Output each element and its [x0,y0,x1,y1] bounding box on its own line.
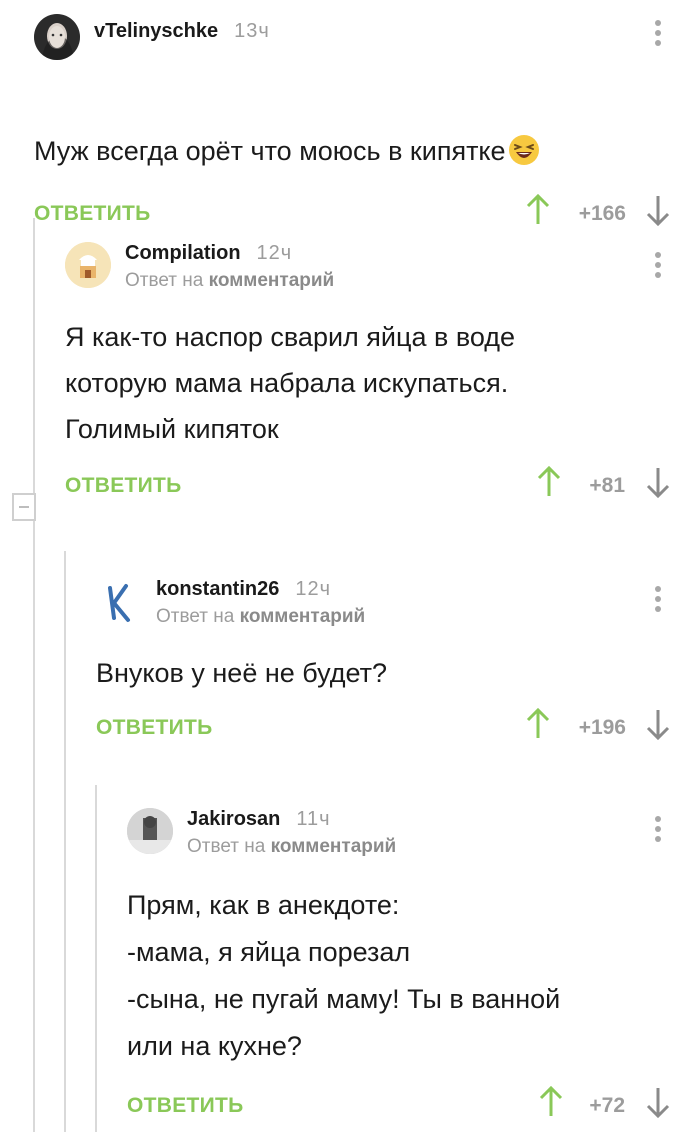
comment-4: Jakirosan 11ч Ответ на комментарий Прям, … [127,802,700,1130]
arrow-down-icon[interactable] [646,466,670,499]
reply-target-link[interactable]: комментарий [271,836,397,857]
comment-footer: ОТВЕТИТЬ +81 [65,465,700,510]
kebab-menu-icon[interactable] [653,816,663,850]
reply-button[interactable]: ОТВЕТИТЬ [34,202,151,226]
reply-button[interactable]: ОТВЕТИТЬ [96,716,213,740]
reply-to-label: Ответ на комментарий [125,270,334,292]
vote-score: +166 [578,202,626,225]
comment-time: 12ч [256,242,293,264]
arrow-up-icon[interactable] [526,707,550,740]
comment-author[interactable]: vTelinyschke 13ч [94,20,270,43]
thread-line-1 [33,218,35,1132]
collapse-thread-icon[interactable] [12,493,36,521]
arrow-down-icon[interactable] [646,708,670,741]
comment-author[interactable]: Compilation 12ч [125,242,292,265]
reply-to-label: Ответ на комментарий [156,606,365,628]
comment-header: vTelinyschke 13ч [34,14,700,70]
comment-footer: ОТВЕТИТЬ +166 [34,193,700,238]
comment-author[interactable]: konstantin26 12ч [156,578,331,601]
author-name[interactable]: konstantin26 [156,578,279,600]
arrow-up-icon[interactable] [526,193,550,226]
comment-text: Я как-то наспор сварил яйца в воде котор… [65,322,516,444]
vote-score: +72 [589,1094,625,1117]
comment-3: konstantin26 12ч Ответ на комментарий Вну… [96,572,700,752]
vote-score: +196 [578,716,626,739]
reply-button[interactable]: ОТВЕТИТЬ [127,1094,244,1118]
kebab-menu-icon[interactable] [653,252,663,286]
comment-header: Jakirosan 11ч Ответ на комментарий [127,802,700,858]
avatar[interactable] [96,578,142,624]
comment-footer: ОТВЕТИТЬ +72 [127,1085,700,1130]
comment-header: Compilation 12ч Ответ на комментарий [65,236,700,292]
comment-footer: ОТВЕТИТЬ +196 [96,707,700,752]
arrow-down-icon[interactable] [646,194,670,227]
kebab-menu-icon[interactable] [653,20,663,54]
author-name[interactable]: Compilation [125,242,241,264]
thread-line-3 [95,785,97,1132]
author-name[interactable]: vTelinyschke [94,20,218,42]
reply-prefix: Ответ на [187,836,266,857]
comment-author[interactable]: Jakirosan 11ч [187,808,331,831]
avatar[interactable] [34,14,80,60]
comment-2: Compilation 12ч Ответ на комментарий Я ка… [65,236,700,510]
comment-text: Прям, как в анекдоте: -мама, я яйца поре… [127,890,561,1061]
comment-time: 12ч [295,578,332,600]
comment-1: vTelinyschke 13ч Муж всегда орёт что моюс… [34,14,700,238]
arrow-down-icon[interactable] [646,1086,670,1119]
avatar[interactable] [65,242,111,288]
reply-button[interactable]: ОТВЕТИТЬ [65,474,182,498]
comment-time: 11ч [296,808,331,830]
avatar[interactable] [127,808,173,854]
comment-time: 13ч [234,20,270,42]
laughing-emoji [508,88,540,180]
vote-score: +81 [589,474,625,497]
thread-line-2 [64,551,66,1132]
kebab-menu-icon[interactable] [653,586,663,620]
reply-target-link[interactable]: комментарий [209,270,335,291]
comment-text-body: Муж всегда орёт что моюсь в кипятке [34,136,506,166]
comment-text: Внуков у неё не будет? [96,658,388,688]
reply-prefix: Ответ на [156,606,235,627]
reply-target-link[interactable]: комментарий [240,606,366,627]
reply-to-label: Ответ на комментарий [187,836,396,858]
comment-header: konstantin26 12ч Ответ на комментарий [96,572,700,628]
author-name[interactable]: Jakirosan [187,808,280,830]
comment-text: Муж всегда орёт что моюсь в кипятке [34,88,700,180]
reply-prefix: Ответ на [125,270,204,291]
